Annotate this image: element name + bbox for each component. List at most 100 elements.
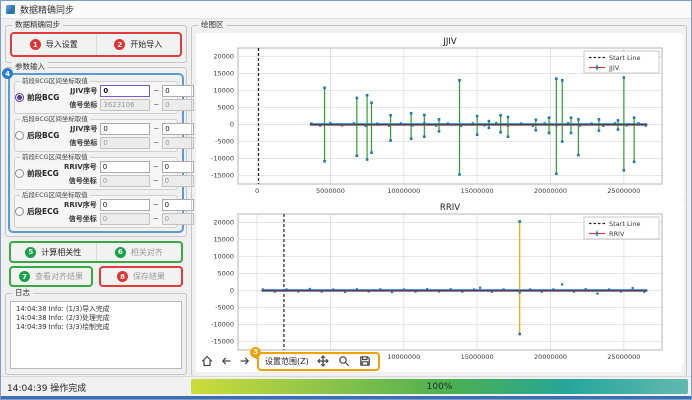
- svg-text:JJIV: JJIV: [608, 64, 620, 72]
- log-textarea[interactable]: 14:04:38 Info: (1/3)导入完成 14:04:38 Info: …: [10, 301, 182, 369]
- jjiv-chart[interactable]: 0500000010000000150000002000000025000000…: [198, 35, 684, 199]
- svg-text:15000: 15000: [213, 70, 234, 78]
- svg-text:20000000: 20000000: [534, 187, 567, 195]
- params-group: 参数输入 4 前段BCG区间坐标取值 前段BCG JJIV序号 ~: [5, 67, 187, 237]
- front-ecg-radio-label: 前段ECG: [27, 168, 59, 179]
- jjiv-index-from-input[interactable]: [100, 85, 150, 97]
- signal-coord-from-input: [100, 137, 150, 149]
- progress-bar: 100%: [191, 379, 688, 394]
- signal-coord-from-input: [100, 175, 150, 187]
- progress-percent: 100%: [427, 382, 453, 392]
- rriv-index-from-input[interactable]: [100, 199, 150, 211]
- rriv-index-from-input[interactable]: [100, 161, 150, 173]
- app-icon: [6, 5, 15, 14]
- svg-text:20000: 20000: [213, 53, 234, 61]
- svg-text:20000000: 20000000: [534, 353, 567, 361]
- rriv-index-to-input[interactable]: [162, 199, 194, 211]
- svg-text:RRIV: RRIV: [609, 230, 625, 238]
- view-result-box: 7 查看对齐结果: [9, 266, 93, 287]
- plot-toolbar: 3 设置范围(Z): [200, 352, 380, 370]
- params-annotation-box: 4 前段BCG区间坐标取值 前段BCG JJIV序号 ~ 信号坐标: [8, 73, 184, 233]
- svg-text:-15000: -15000: [211, 172, 234, 180]
- log-line: 14:04:38 Info: (1/3)导入完成: [16, 305, 176, 314]
- tilde-separator: ~: [153, 163, 159, 171]
- front-bcg-radio[interactable]: [15, 93, 24, 102]
- signal-coord-from-input: [100, 213, 150, 225]
- svg-text:-10000: -10000: [211, 155, 234, 163]
- status-text: 14:04:39 操作完成: [7, 381, 86, 394]
- jjiv-index-from-input[interactable]: [100, 123, 150, 135]
- window-title: 数据精确同步: [20, 3, 74, 16]
- svg-text:10000: 10000: [213, 253, 234, 261]
- tilde-separator: ~: [153, 87, 159, 95]
- front-ecg-radio[interactable]: [15, 169, 24, 178]
- save-result-button[interactable]: 8 保存结果: [101, 268, 181, 285]
- pan-icon[interactable]: [316, 354, 330, 368]
- step-badge-7: 7: [19, 271, 30, 282]
- step-badge-2: 2: [114, 39, 125, 50]
- log-group: 日志 14:04:38 Info: (1/3)导入完成 14:04:38 Inf…: [5, 293, 187, 375]
- forward-arrow-icon[interactable]: [238, 354, 252, 368]
- rear-ecg-radio[interactable]: [15, 207, 24, 216]
- svg-text:Start Line: Start Line: [609, 54, 641, 62]
- tilde-separator: ~: [153, 139, 159, 147]
- rriv-chart[interactable]: 0500000010000000150000002000000025000000…: [198, 201, 684, 365]
- start-import-label: 开始导入: [130, 39, 162, 50]
- rriv-index-to-input[interactable]: [162, 161, 194, 173]
- params-group-label: 参数输入: [12, 62, 48, 72]
- step-badge-3: 3: [250, 347, 261, 358]
- svg-text:RRIV: RRIV: [440, 203, 460, 213]
- view-align-result-label: 查看对齐结果: [35, 271, 83, 282]
- signal-coord-label: 信号坐标: [59, 138, 97, 148]
- signal-coord-label: 信号坐标: [59, 214, 97, 224]
- back-arrow-icon[interactable]: [219, 354, 233, 368]
- rear-bcg-section: 后段BCG区间坐标取值 后段BCG JJIV序号 ~ 信号坐标: [14, 119, 178, 152]
- import-settings-button[interactable]: 1 导入设置: [12, 34, 96, 55]
- rriv-index-label: RRIV序号: [59, 200, 97, 210]
- plot-group: 绘图区 050000001000000015000000200000002500…: [191, 25, 687, 377]
- plot-canvas-area: 0500000010000000150000002000000025000000…: [196, 33, 682, 372]
- rear-ecg-section-label: 后段ECG区间坐标取值: [20, 191, 90, 200]
- svg-text:-10000: -10000: [211, 321, 234, 329]
- signal-coord-label: 信号坐标: [59, 100, 97, 110]
- signal-coord-from-input: [100, 99, 150, 111]
- step-badge-5: 5: [25, 247, 36, 258]
- svg-text:Start Line: Start Line: [609, 220, 641, 228]
- svg-text:25000000: 25000000: [607, 187, 640, 195]
- calc-correlation-button[interactable]: 5 计算相关性: [11, 243, 96, 261]
- svg-text:10000: 10000: [213, 87, 234, 95]
- svg-text:10000000: 10000000: [387, 353, 420, 361]
- sync-group-label: 数据精确同步: [12, 20, 63, 30]
- jjiv-index-to-input[interactable]: [162, 85, 194, 97]
- front-bcg-radio-label: 前段BCG: [27, 92, 59, 103]
- signal-coord-to-input: [162, 175, 194, 187]
- step-badge-4: 4: [2, 68, 13, 79]
- front-bcg-section: 前段BCG区间坐标取值 前段BCG JJIV序号 ~ 信号坐标: [14, 81, 178, 114]
- home-icon[interactable]: [200, 354, 214, 368]
- view-align-result-button[interactable]: 7 查看对齐结果: [11, 268, 91, 285]
- rear-ecg-section: 后段ECG区间坐标取值 后段ECG RRIV序号 ~ 信号坐标: [14, 195, 178, 228]
- svg-text:15000000: 15000000: [461, 187, 494, 195]
- svg-text:5000: 5000: [217, 104, 234, 112]
- start-import-button[interactable]: 2 开始导入: [96, 34, 181, 55]
- set-range-button[interactable]: 设置范围(Z): [265, 356, 309, 367]
- signal-coord-to-input: [162, 213, 194, 225]
- taskbar-strip: [1, 396, 691, 399]
- rear-bcg-radio[interactable]: [15, 131, 24, 140]
- calc-correlation-label: 计算相关性: [41, 247, 81, 258]
- tilde-separator: ~: [153, 177, 159, 185]
- save-result-box: 8 保存结果: [99, 266, 183, 287]
- zoom-icon[interactable]: [337, 354, 351, 368]
- tilde-separator: ~: [153, 101, 159, 109]
- step-badge-1: 1: [30, 39, 41, 50]
- title-bar: 数据精确同步: [1, 1, 691, 19]
- import-settings-label: 导入设置: [46, 39, 78, 50]
- save-result-label: 保存结果: [133, 271, 165, 282]
- correlation-align-button[interactable]: 6 相关对齐: [96, 243, 182, 261]
- svg-text:-5000: -5000: [215, 304, 234, 312]
- sync-group: 数据精确同步 1 导入设置 2 开始导入: [5, 25, 187, 63]
- rear-ecg-radio-label: 后段ECG: [27, 206, 59, 217]
- svg-text:0: 0: [230, 287, 234, 295]
- jjiv-index-to-input[interactable]: [162, 123, 194, 135]
- save-icon[interactable]: [358, 354, 372, 368]
